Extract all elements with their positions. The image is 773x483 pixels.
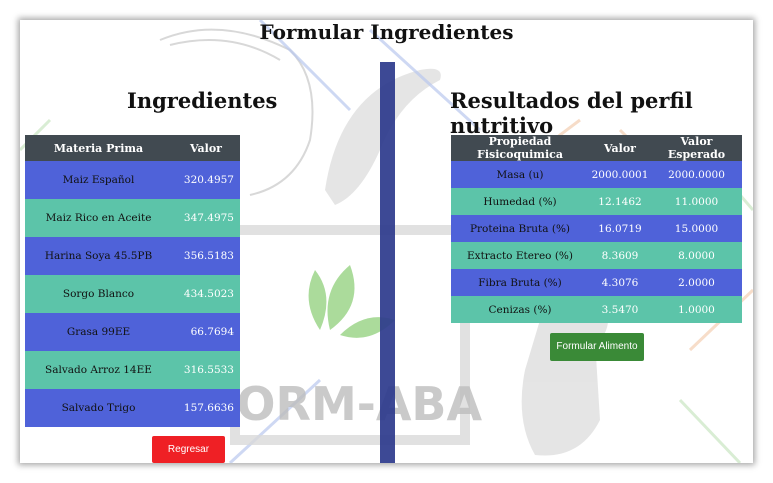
table-row: Extracto Etereo (%) 8.3609 8.0000	[451, 242, 742, 269]
property-name: Fibra Bruta (%)	[451, 269, 589, 296]
property-value: 12.1462	[589, 188, 651, 215]
property-expected: 2.0000	[651, 269, 742, 296]
table-row: Fibra Bruta (%) 4.3076 2.0000	[451, 269, 742, 296]
ingredient-value: 157.6636	[172, 389, 240, 427]
property-expected: 2000.0000	[651, 161, 742, 188]
ingredient-name: Harina Soya 45.5PB	[25, 237, 172, 275]
column-header-valor-esperado: Valor Esperado	[651, 135, 742, 161]
property-expected: 1.0000	[651, 296, 742, 323]
page-title: Formular Ingredientes	[259, 20, 514, 44]
ingredient-name: Maiz Español	[25, 161, 172, 199]
ingredients-heading: Ingredientes	[127, 88, 278, 113]
table-row: Maiz Español 320.4957	[25, 161, 240, 199]
column-header-valor: Valor	[589, 135, 651, 161]
property-name: Masa (u)	[451, 161, 589, 188]
ingredient-value: 320.4957	[172, 161, 240, 199]
table-row: Salvado Arroz 14EE 316.5533	[25, 351, 240, 389]
results-heading: Resultados del perfil nutritivo	[450, 88, 693, 138]
table-row: Maiz Rico en Aceite 347.4975	[25, 199, 240, 237]
property-value: 2000.0001	[589, 161, 651, 188]
ingredient-name: Salvado Trigo	[25, 389, 172, 427]
table-row: Masa (u) 2000.0001 2000.0000	[451, 161, 742, 188]
vertical-divider	[380, 62, 395, 463]
column-header-valor: Valor	[172, 135, 240, 161]
column-header-propiedad: Propiedad Fisicoquimica	[451, 135, 589, 161]
svg-text:FORM-ABA: FORM-ABA	[205, 377, 482, 431]
ingredient-value: 347.4975	[172, 199, 240, 237]
property-name: Extracto Etereo (%)	[451, 242, 589, 269]
property-name: Humedad (%)	[451, 188, 589, 215]
ingredient-name: Maiz Rico en Aceite	[25, 199, 172, 237]
ingredient-name: Salvado Arroz 14EE	[25, 351, 172, 389]
ingredient-value: 434.5023	[172, 275, 240, 313]
ingredient-value: 356.5183	[172, 237, 240, 275]
results-table: Propiedad Fisicoquimica Valor Valor Espe…	[451, 135, 742, 323]
property-value: 4.3076	[589, 269, 651, 296]
property-name: Proteina Bruta (%)	[451, 215, 589, 242]
regresar-button[interactable]: Regresar	[152, 436, 225, 463]
app-window: FORM-ABA Formular Ingredientes Ingredien…	[20, 20, 753, 463]
table-row: Harina Soya 45.5PB 356.5183	[25, 237, 240, 275]
property-value: 8.3609	[589, 242, 651, 269]
property-expected: 8.0000	[651, 242, 742, 269]
property-name: Cenizas (%)	[451, 296, 589, 323]
column-header-materia-prima: Materia Prima	[25, 135, 172, 161]
formular-alimento-button[interactable]: Formular Alimento	[550, 333, 644, 361]
ingredient-name: Grasa 99EE	[25, 313, 172, 351]
ingredient-value: 66.7694	[172, 313, 240, 351]
table-row: Humedad (%) 12.1462 11.0000	[451, 188, 742, 215]
property-expected: 15.0000	[651, 215, 742, 242]
property-value: 16.0719	[589, 215, 651, 242]
table-row: Cenizas (%) 3.5470 1.0000	[451, 296, 742, 323]
ingredient-name: Sorgo Blanco	[25, 275, 172, 313]
ingredient-value: 316.5533	[172, 351, 240, 389]
table-row: Salvado Trigo 157.6636	[25, 389, 240, 427]
ingredients-table: Materia Prima Valor Maiz Español 320.495…	[25, 135, 240, 427]
property-expected: 11.0000	[651, 188, 742, 215]
table-row: Sorgo Blanco 434.5023	[25, 275, 240, 313]
table-row: Grasa 99EE 66.7694	[25, 313, 240, 351]
table-row: Proteina Bruta (%) 16.0719 15.0000	[451, 215, 742, 242]
property-value: 3.5470	[589, 296, 651, 323]
